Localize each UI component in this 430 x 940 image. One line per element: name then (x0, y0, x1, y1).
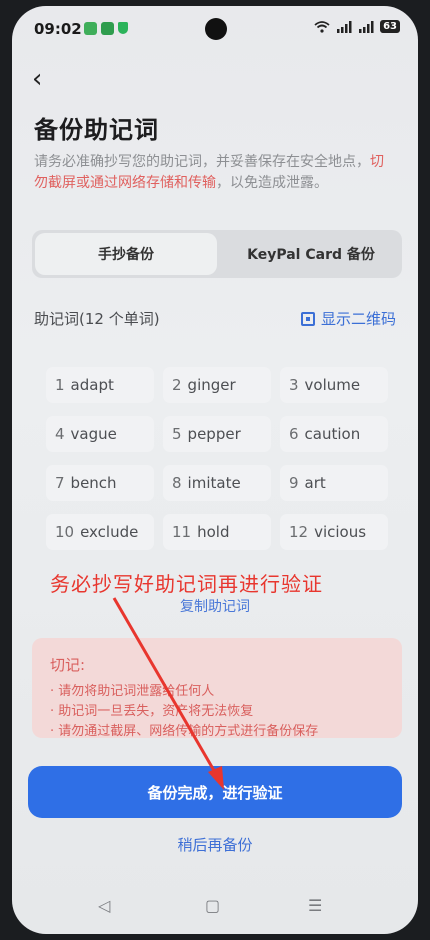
word-text: adapt (70, 376, 114, 394)
mnemonic-grid: 1 adapt 2 ginger 3 volume 4 vague 5 pepper 6c… (46, 367, 388, 550)
notice-title: 切记: (50, 656, 86, 674)
word-text: vicious (314, 523, 367, 541)
desc-suffix: ，以免造成泄露。 (216, 175, 328, 191)
word-cell: 5 pepper (163, 416, 271, 452)
wifi-icon (314, 20, 330, 33)
status-right: 63 (314, 20, 400, 33)
warning-notice: 切记: 请勿将助记词泄露给任何人 助记词一旦丢失，资产将无法恢复 请勿通过截屏、… (32, 638, 402, 738)
word-number: 3 (289, 376, 299, 394)
desc-prefix: 请务必准确抄写您的助记词，并妥善保存在安全地点， (34, 154, 370, 170)
word-cell: 10 exclude (46, 514, 154, 550)
backup-tabs: 手抄备份 KeyPal Card 备份 (32, 230, 402, 278)
word-cell: 6 caution (280, 416, 388, 452)
notice-item: 请勿将助记词泄露给任何人 (50, 682, 318, 702)
page-title: 备份助记词 (34, 116, 159, 144)
notification-icons (84, 22, 128, 35)
word-cell: 4 vague (46, 416, 154, 452)
word-text: imitate (187, 474, 241, 492)
nav-home-icon[interactable]: ▢ (205, 896, 220, 915)
status-bar: 09:02 63 (12, 6, 418, 46)
word-cell: 8 imitate (163, 465, 271, 501)
word-number: 7 (55, 474, 65, 492)
words-section-label: 助记词(12 个单词) (34, 310, 160, 328)
word-number: 12 (289, 523, 309, 541)
tab-manual-backup[interactable]: 手抄备份 (35, 233, 217, 275)
word-text: art (304, 474, 326, 492)
annotation-text: 务必抄写好助记词再进行验证 (50, 572, 323, 596)
nav-menu-icon[interactable]: ☰ (308, 896, 322, 915)
notice-item: 请勿通过截屏、网络传输的方式进行备份保存 (50, 722, 318, 738)
word-cell: 3 volume (280, 367, 388, 403)
word-text: bench (70, 474, 117, 492)
word-number: 9 (289, 474, 299, 492)
backup-complete-verify-button[interactable]: 备份完成，进行验证 (28, 766, 402, 818)
word-number: 5 (172, 425, 182, 443)
battery-icon: 63 (380, 20, 400, 33)
word-number: 8 (172, 474, 182, 492)
word-number: 2 (172, 376, 182, 394)
page-description: 请务必准确抄写您的助记词，并妥善保存在安全地点，切勿截屏或通过网络存储和传输，以… (34, 152, 396, 194)
word-cell: 11 hold (163, 514, 271, 550)
word-number: 6 (289, 425, 299, 443)
word-text: hold (197, 523, 230, 541)
word-number: 4 (55, 425, 65, 443)
notice-list: 请勿将助记词泄露给任何人 助记词一旦丢失，资产将无法恢复 请勿通过截屏、网络传输… (50, 682, 318, 738)
qr-code-icon (300, 311, 315, 326)
show-qr-button[interactable]: 显示二维码 (300, 308, 396, 329)
word-text: exclude (80, 523, 139, 541)
qr-label: 显示二维码 (320, 310, 396, 328)
system-nav-bar: ◁ ▢ ☰ (12, 896, 418, 920)
signal-icon (337, 20, 352, 33)
word-cell: 1 adapt (46, 367, 154, 403)
word-cell: 12 vicious (280, 514, 388, 550)
shield-icon (118, 22, 128, 34)
signal-icon-2 (359, 20, 374, 33)
back-icon[interactable]: ‹ (32, 66, 42, 92)
word-cell: 2 ginger (163, 367, 271, 403)
app-notification-icon (84, 22, 97, 35)
phone-screen: 09:02 63 ‹ 备份助记词 请务必准确抄写您的助记词，并妥善保存在安全地点… (12, 6, 418, 934)
message-notification-icon (101, 22, 114, 35)
status-time: 09:02 (34, 20, 82, 38)
word-cell: 9 art (280, 465, 388, 501)
tab-keypal-card-backup[interactable]: KeyPal Card 备份 (220, 230, 402, 278)
notice-item: 助记词一旦丢失，资产将无法恢复 (50, 702, 318, 722)
word-number: 10 (55, 523, 75, 541)
word-text: vague (70, 425, 117, 443)
front-camera (205, 18, 227, 40)
word-number: 1 (55, 376, 65, 394)
word-text: volume (304, 376, 361, 394)
word-text: pepper (187, 425, 241, 443)
nav-back-icon[interactable]: ◁ (98, 896, 110, 915)
word-text: ginger (187, 376, 236, 394)
copy-mnemonic-link[interactable]: 复制助记词 (12, 596, 418, 616)
word-cell: 7 bench (46, 465, 154, 501)
word-number: 11 (172, 523, 192, 541)
backup-later-link[interactable]: 稍后再备份 (12, 834, 418, 855)
word-text: caution (304, 425, 361, 443)
